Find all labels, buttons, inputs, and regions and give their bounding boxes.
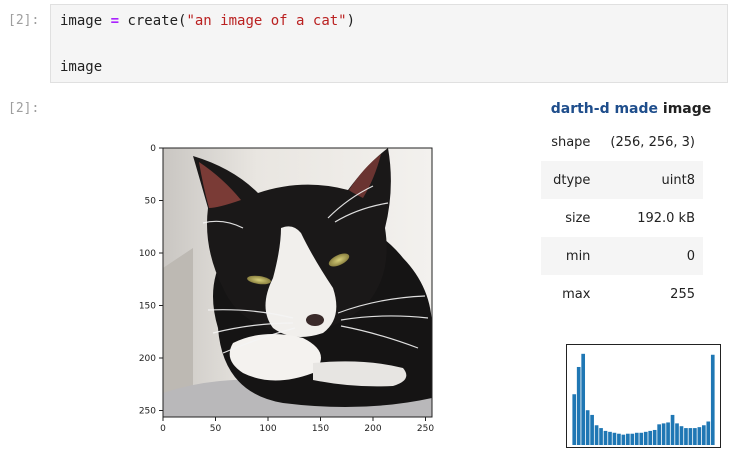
info-value: 192.0 kB <box>637 210 695 226</box>
histogram-bar <box>657 424 661 445</box>
histogram-bar <box>679 426 684 445</box>
y-tick-label: 50 <box>145 197 157 207</box>
histogram-bar <box>652 429 657 445</box>
image-plot: 0 50 100 150 200 250 0 50 100 150 200 25… <box>139 144 435 434</box>
histogram-bar <box>670 414 675 445</box>
histogram-bar <box>710 354 715 445</box>
info-value: 0 <box>686 248 695 264</box>
histogram-bar <box>572 394 577 445</box>
code-variable: image <box>60 13 111 29</box>
code-close-paren: ) <box>346 13 356 29</box>
y-tick-label: 200 <box>139 354 156 364</box>
histogram-bar <box>603 430 608 445</box>
histogram-bar <box>706 421 711 445</box>
histogram-bar <box>617 433 621 445</box>
histogram-bar <box>648 430 653 445</box>
histogram-bar <box>675 423 679 445</box>
histogram-bar <box>684 428 688 445</box>
histogram-bar <box>643 431 648 445</box>
info-value: 255 <box>670 286 695 302</box>
histogram-bar <box>576 366 581 445</box>
info-row: min 0 <box>541 237 703 275</box>
code-cell-input[interactable]: image = create("an image of a cat") imag… <box>50 4 728 83</box>
histogram-bar <box>693 428 697 445</box>
histogram-bar <box>634 432 639 445</box>
code-string: "an image of a cat" <box>186 13 347 29</box>
histogram-bar <box>599 428 603 445</box>
output-prompt: [2]: <box>8 101 40 116</box>
image-x-axis: 0 50 100 150 200 250 <box>160 417 434 434</box>
histogram-bar <box>612 432 617 445</box>
info-key: dtype <box>553 172 591 188</box>
x-tick-label: 50 <box>210 424 222 434</box>
histogram-bar <box>608 431 612 445</box>
pixel-histogram <box>566 344 721 448</box>
histogram-bar <box>666 422 670 445</box>
y-tick-label: 100 <box>139 249 156 259</box>
histogram-bar <box>701 425 706 445</box>
image-info-table: shape (256, 256, 3) dtype uint8 size 192… <box>541 123 703 313</box>
x-tick-label: 150 <box>312 424 329 434</box>
info-key: size <box>565 210 591 226</box>
y-tick-label: 150 <box>139 302 156 312</box>
output-title: darth-d made image <box>541 101 721 117</box>
histogram-bar <box>697 427 702 445</box>
histogram-bar <box>590 414 594 445</box>
y-tick-label: 0 <box>150 144 156 154</box>
info-row: size 192.0 kB <box>541 199 703 237</box>
info-value: uint8 <box>661 172 695 188</box>
histogram-bar <box>585 410 590 445</box>
info-key: max <box>562 286 591 302</box>
cat-image <box>162 147 433 418</box>
histogram-bar <box>630 433 635 445</box>
code-operator: = <box>110 13 120 29</box>
image-y-axis: 0 50 100 150 200 250 <box>139 144 163 417</box>
histogram-bar <box>581 353 586 445</box>
output-title-package: darth-d made <box>550 101 659 117</box>
x-tick-label: 250 <box>417 424 434 434</box>
histogram-bar <box>626 433 630 445</box>
code-line-2: image <box>60 59 103 75</box>
histogram-bar <box>621 434 626 445</box>
input-prompt: [2]: <box>8 13 40 28</box>
x-tick-label: 0 <box>160 424 166 434</box>
info-value: (256, 256, 3) <box>610 134 695 150</box>
x-tick-label: 200 <box>364 424 381 434</box>
info-row: max 255 <box>541 275 703 313</box>
info-key: shape <box>551 134 591 150</box>
info-key: min <box>565 248 591 264</box>
histogram-bar <box>639 432 644 445</box>
histogram-bar <box>661 423 666 445</box>
code-function-call: create( <box>119 13 187 29</box>
info-row: dtype uint8 <box>541 161 703 199</box>
output-title-rest: image <box>658 101 712 117</box>
code-line-1: image = create("an image of a cat") <box>60 13 355 29</box>
histogram-bar <box>594 425 599 445</box>
histogram-bar <box>688 428 693 445</box>
x-tick-label: 100 <box>259 424 276 434</box>
info-row: shape (256, 256, 3) <box>541 123 703 161</box>
y-tick-label: 250 <box>139 407 156 417</box>
